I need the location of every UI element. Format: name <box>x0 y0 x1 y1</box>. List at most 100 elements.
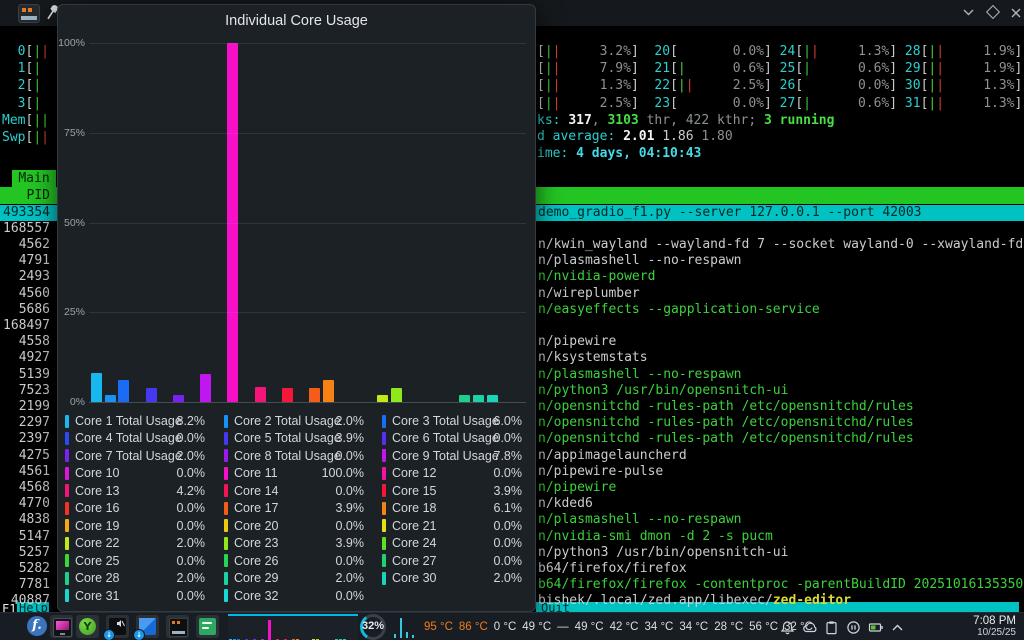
cpu-meter-right: [|| 1.3%] 22[|| 2.5%] 26[ 0.0%] 30[|| 1.… <box>537 78 1022 94</box>
note-line-icon <box>202 622 212 624</box>
process-pid[interactable]: 4560 <box>0 286 50 302</box>
load-average-line: d average: 2.01 1.86 1.80 <box>537 129 733 145</box>
process-pid[interactable]: 40887 <box>0 593 50 609</box>
taskbar-item-system-monitor[interactable] <box>50 615 73 638</box>
taskbar-item-recorder-muted[interactable]: ↓ <box>106 615 129 638</box>
clipboard-icon[interactable] <box>824 620 839 635</box>
taskbar-item-keynote[interactable] <box>196 615 219 638</box>
process-pid[interactable]: 5147 <box>0 529 50 545</box>
legend-value: 2.0% <box>177 535 206 551</box>
process-pid[interactable]: 2397 <box>0 431 50 447</box>
process-command[interactable]: n/nvidia-smi dmon -d 2 -s pucm <box>538 529 773 545</box>
caret-up-icon[interactable] <box>891 623 904 632</box>
legend-color-chip <box>65 554 69 567</box>
pid-column-header[interactable]: PID <box>0 187 50 204</box>
process-pid[interactable]: 4770 <box>0 496 50 512</box>
process-command[interactable]: n/python3 /usr/bin/opensnitch-ui <box>538 383 788 399</box>
process-command[interactable]: n/pipewire-pulse <box>538 464 663 480</box>
legend-color-chip <box>224 554 228 567</box>
process-pid[interactable]: 4791 <box>0 253 50 269</box>
process-command[interactable]: b64/firefox/firefox <box>538 561 687 577</box>
htop-tab-main[interactable]: Main <box>12 170 56 187</box>
cpu-gauge[interactable]: 32% <box>360 614 386 640</box>
process-command[interactable]: n/wireplumber <box>538 286 640 302</box>
process-command[interactable]: n/pipewire <box>538 480 616 496</box>
temp-sensor: 34 °C <box>679 621 708 633</box>
process-command[interactable]: bishek/.local/zed.app/libexec/zed-editor <box>538 593 851 609</box>
bell-icon[interactable] <box>780 620 795 635</box>
legend-value: 8.2% <box>177 413 206 429</box>
process-command[interactable]: n/ksystemstats <box>538 350 648 366</box>
process-pid[interactable]: 4558 <box>0 334 50 350</box>
process-pid[interactable]: 2199 <box>0 399 50 415</box>
process-pid[interactable]: 168557 <box>0 221 50 237</box>
pause-icon[interactable] <box>846 620 861 635</box>
process-pid[interactable]: 5257 <box>0 545 50 561</box>
legend-entry: Core 120.0% <box>382 465 522 481</box>
sparkline-spike <box>412 635 414 638</box>
app-launcher-fedora-icon[interactable]: f. <box>27 616 47 636</box>
process-pid[interactable]: 5139 <box>0 367 50 383</box>
clock[interactable]: 7:08 PM 10/25/25 <box>973 615 1016 639</box>
process-pid[interactable]: 4927 <box>0 350 50 366</box>
process-pid[interactable]: 2297 <box>0 415 50 431</box>
mini-core-usage-widget[interactable] <box>228 614 358 640</box>
process-command[interactable]: n/opensnitchd -rules-path /etc/opensnitc… <box>538 399 914 415</box>
process-command[interactable]: n/nvidia-powerd <box>538 269 655 285</box>
legend-color-chip <box>224 572 228 585</box>
y-axis-tick-label: 25% <box>58 306 85 318</box>
chevron-down-icon[interactable] <box>963 9 974 16</box>
y-axis-tick-label: 0% <box>58 396 85 408</box>
taskbar-item-blue-app[interactable]: ↓ <box>136 615 159 638</box>
process-pid[interactable]: 4561 <box>0 464 50 480</box>
process-pid[interactable]: 4562 <box>0 237 50 253</box>
diamond-icon[interactable] <box>986 5 1000 19</box>
desktop-screen: Main PID 493354 demo_gradio_f1.py --serv… <box>0 0 1024 640</box>
legend-value: 0.0% <box>494 430 523 446</box>
legend-value: 2.0% <box>336 570 365 586</box>
process-command[interactable]: n/python3 /usr/bin/opensnitch-ui <box>538 545 788 561</box>
taskbar-item-terminal[interactable] <box>166 615 189 638</box>
process-pid[interactable]: 5282 <box>0 561 50 577</box>
terminal-icon-dot <box>172 621 175 624</box>
process-command[interactable]: n/plasmashell --no-respawn <box>538 253 742 269</box>
core-usage-bar <box>459 395 470 402</box>
process-pid[interactable]: 7781 <box>0 577 50 593</box>
core-usage-window[interactable]: Individual Core Usage Core 1 Total Usage… <box>57 4 536 612</box>
process-pid[interactable]: 7523 <box>0 383 50 399</box>
process-command[interactable]: n/kwin_wayland --wayland-fd 7 --socket w… <box>538 237 1024 253</box>
process-pid[interactable]: 2493 <box>0 269 50 285</box>
legend-color-chip <box>224 467 228 480</box>
taskbar-item-greenwithenvy[interactable]: Y <box>76 615 99 638</box>
process-command[interactable]: n/appimagelauncherd <box>538 448 687 464</box>
process-command[interactable]: n/kded6 <box>538 496 593 512</box>
process-pid[interactable]: 4568 <box>0 480 50 496</box>
process-pid[interactable]: 5686 <box>0 302 50 318</box>
core-usage-bar <box>377 395 388 402</box>
battery-icon[interactable] <box>868 620 884 635</box>
process-command[interactable]: n/plasmashell --no-respawn <box>538 367 742 383</box>
process-command[interactable]: n/pipewire <box>538 334 616 350</box>
process-pid[interactable]: 168497 <box>0 318 50 334</box>
legend-entry: Core 7 Total Usage2.0% <box>65 448 205 464</box>
process-pid[interactable]: 4838 <box>0 512 50 528</box>
core-usage-bar <box>323 380 334 402</box>
cloud-icon[interactable] <box>802 620 817 635</box>
legend-entry: Core 100.0% <box>65 465 205 481</box>
sparkline-spike <box>394 634 396 638</box>
legend-entry: Core 270.0% <box>382 553 522 569</box>
legend-entry: Core 310.0% <box>65 588 205 604</box>
cpu-meter-right: [|| 7.9%] 21[| 0.6%] 25[| 0.6%] 29[|| 1.… <box>537 61 1022 77</box>
process-command[interactable]: n/easyeffects --gapplication-service <box>538 302 820 318</box>
close-icon[interactable] <box>1011 8 1021 18</box>
process-command[interactable]: n/opensnitchd -rules-path /etc/opensnitc… <box>538 415 914 431</box>
process-command[interactable]: n/opensnitchd -rules-path /etc/opensnitc… <box>538 431 914 447</box>
clock-time: 7:08 PM <box>973 615 1016 627</box>
legend-entry: Core 5 Total Usage3.9% <box>224 430 364 446</box>
legend-label: Core 22 <box>75 535 119 551</box>
process-command[interactable]: b64/firefox/firefox -contentproc -parent… <box>538 577 1024 593</box>
cpu-meter-left: Mem[|| <box>2 113 49 129</box>
process-pid[interactable]: 4275 <box>0 448 50 464</box>
process-command[interactable]: n/plasmashell --no-respawn <box>538 512 742 528</box>
terminal-icon[interactable] <box>18 4 40 23</box>
